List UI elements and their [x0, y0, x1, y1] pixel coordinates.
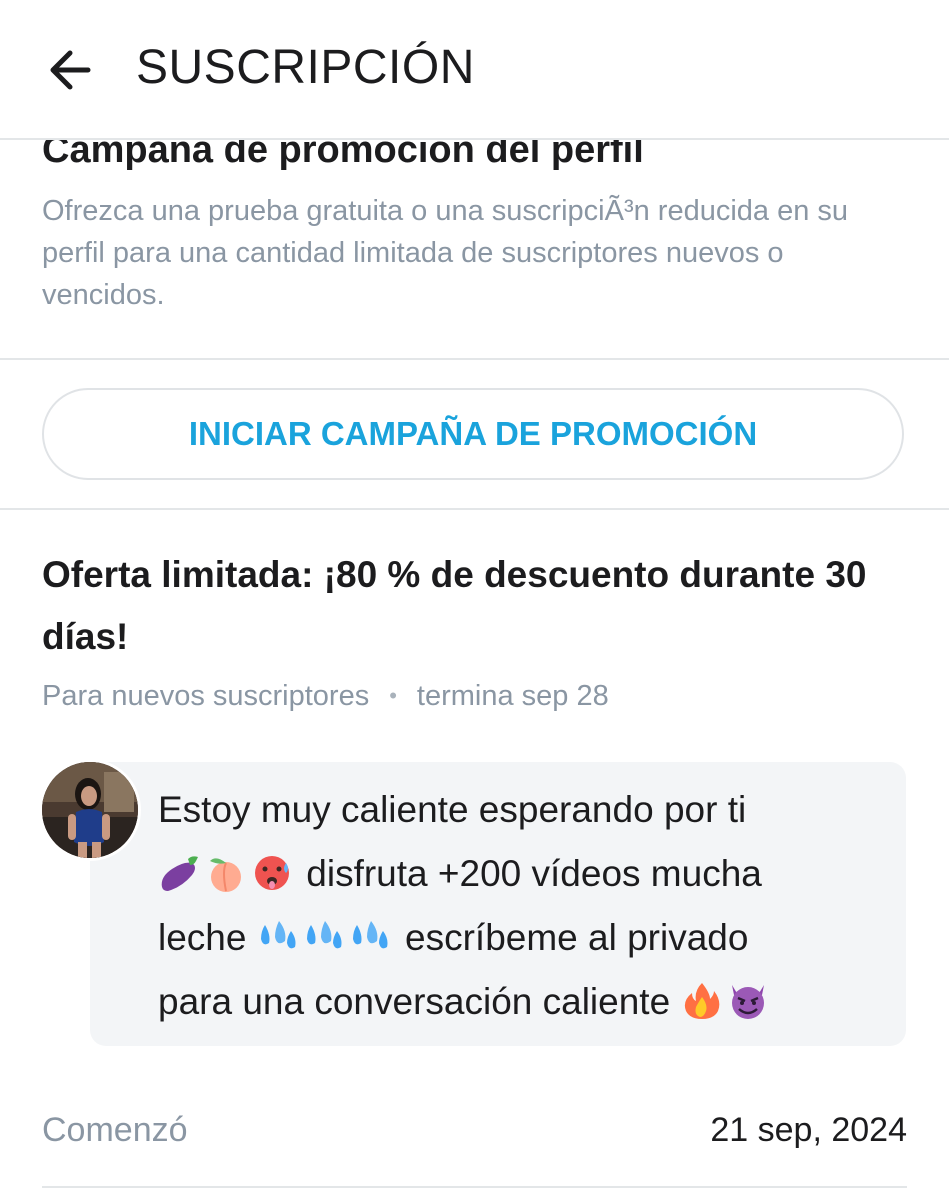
started-date: 21 sep, 2024 — [710, 1111, 907, 1149]
avatar-photo — [42, 762, 138, 858]
fire-icon — [685, 983, 720, 1019]
back-button[interactable] — [40, 40, 100, 100]
message-line-2: disfruta +200 vídeos mucha — [306, 853, 762, 894]
offer-end-date: termina sep 28 — [416, 680, 609, 712]
avatar[interactable] — [42, 762, 138, 858]
divider — [0, 508, 949, 510]
message-line-3-prefix: leche — [158, 917, 247, 958]
divider — [0, 358, 949, 360]
started-label: Comenzó — [42, 1111, 188, 1149]
offer-title: Oferta limitada: ¡80 % de descuento dura… — [42, 554, 867, 657]
sweat-droplets-icon — [260, 921, 296, 949]
message-line-3-suffix: escríbeme al privado — [405, 917, 749, 958]
offer-audience: Para nuevos suscriptores — [42, 680, 370, 712]
page-title: SUSCRIPCIÓN — [136, 41, 475, 94]
message-line-1: Estoy muy caliente esperando por ti — [158, 789, 747, 830]
peach-icon — [210, 858, 241, 892]
message-line-4: para una conversación caliente — [158, 981, 671, 1022]
offer-meta: Para nuevos suscriptores • termina sep 2… — [42, 676, 609, 716]
sweat-droplets-icon — [306, 921, 342, 949]
promo-campaign-description: Ofrezca una prueba gratuita o una suscri… — [42, 195, 849, 311]
divider — [42, 1186, 907, 1188]
offer-message-text: Estoy muy caliente esperando por ti disf… — [158, 778, 888, 1034]
meta-separator: • — [389, 683, 397, 708]
eggplant-icon — [161, 856, 198, 891]
subscription-screen: Campaña de promoción del perfil Ofrezca … — [0, 0, 949, 1200]
app-header: SUSCRIPCIÓN — [0, 0, 949, 140]
smiling-imp-icon — [732, 985, 765, 1019]
hot-face-icon — [255, 856, 289, 890]
arrow-left-icon — [50, 50, 91, 90]
sweat-droplets-icon — [352, 921, 388, 949]
start-promo-campaign-button[interactable]: INICIAR CAMPAÑA DE PROMOCIÓN — [42, 388, 904, 480]
